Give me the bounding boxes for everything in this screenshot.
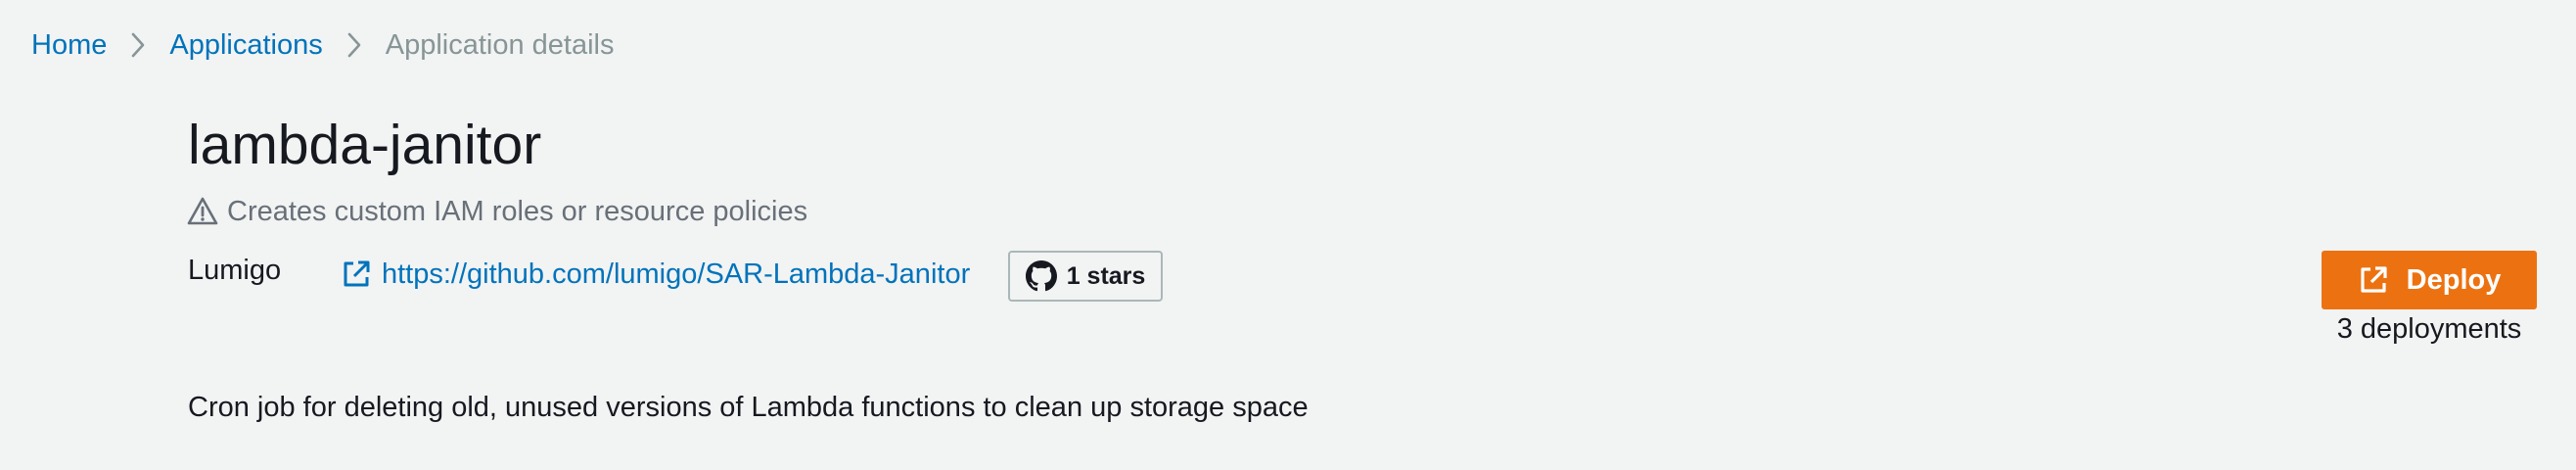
warning-triangle-icon — [186, 195, 219, 228]
breadcrumb: Home Applications Application details — [31, 27, 615, 63]
application-details-page: Home Applications Application details la… — [0, 0, 2576, 470]
warning-text: Creates custom IAM roles or resource pol… — [227, 196, 808, 227]
publisher-name: Lumigo — [188, 255, 282, 286]
chevron-right-icon — [323, 27, 386, 63]
breadcrumb-home-link[interactable]: Home — [31, 27, 107, 63]
github-stars-label: 1 stars — [1066, 261, 1146, 290]
page-title: lambda-janitor — [188, 114, 542, 176]
external-link-icon — [2358, 264, 2389, 296]
chevron-right-icon — [107, 27, 169, 63]
github-stars-button[interactable]: 1 stars — [1008, 251, 1163, 302]
breadcrumb-current: Application details — [385, 29, 615, 61]
app-description: Cron job for deleting old, unused versio… — [188, 392, 1309, 423]
deploy-button[interactable]: Deploy — [2322, 251, 2537, 309]
source-code-url: https://github.com/lumigo/SAR-Lambda-Jan… — [382, 258, 971, 290]
source-code-link[interactable]: https://github.com/lumigo/SAR-Lambda-Jan… — [341, 257, 970, 292]
breadcrumb-applications-link[interactable]: Applications — [169, 27, 322, 63]
iam-warning: Creates custom IAM roles or resource pol… — [186, 194, 807, 229]
deploy-button-label: Deploy — [2406, 263, 2502, 296]
github-icon — [1025, 260, 1057, 292]
external-link-icon — [341, 258, 372, 290]
deployment-count: 3 deployments — [2336, 313, 2522, 345]
